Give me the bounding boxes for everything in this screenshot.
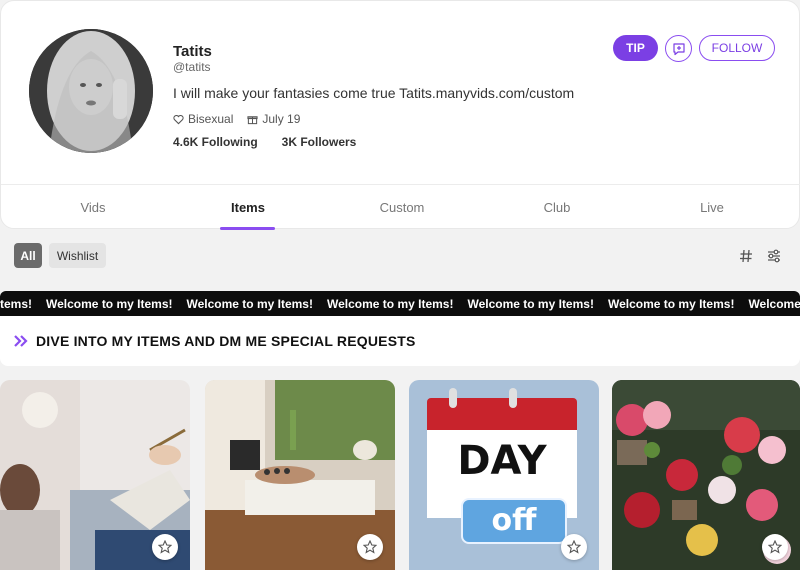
tab-items[interactable]: Items — [171, 185, 325, 229]
calendar-off-text: off — [461, 498, 567, 544]
wishlist-star-button[interactable] — [762, 534, 788, 560]
double-chevron-right-icon — [14, 335, 28, 347]
profile-meta: Bisexual July 19 — [173, 112, 300, 126]
tab-club[interactable]: Club — [479, 185, 635, 229]
avatar-image — [29, 29, 153, 153]
star-icon — [363, 540, 377, 554]
marquee-text: Welcome to my Items! — [46, 296, 173, 311]
marquee-text-partial: tems! — [0, 296, 33, 311]
followers-count[interactable]: 3K Followers — [282, 135, 357, 149]
tab-custom[interactable]: Custom — [325, 185, 479, 229]
tab-live[interactable]: Live — [635, 185, 789, 229]
profile-name: Tatits — [173, 43, 212, 60]
message-button[interactable] — [665, 35, 692, 62]
birthday-info: July 19 — [247, 112, 300, 126]
marquee-track: tems! Welcome to my Items! Welcome to my… — [0, 297, 800, 311]
section-title: DIVE INTO MY ITEMS AND DM ME SPECIAL REQ… — [36, 333, 416, 349]
marquee-text: Welcome to my Items! — [467, 296, 594, 311]
star-icon — [567, 540, 581, 554]
orientation-info: Bisexual — [173, 112, 233, 126]
orientation-label: Bisexual — [188, 112, 234, 126]
section-header: DIVE INTO MY ITEMS AND DM ME SPECIAL REQ… — [0, 316, 800, 366]
following-count[interactable]: 4.6K Following — [173, 135, 258, 149]
tip-button[interactable]: TIP — [613, 35, 658, 61]
avatar[interactable] — [29, 29, 153, 153]
marquee-text: Welcome to my Items! — [186, 296, 313, 311]
calendar-day-text: DAY — [457, 438, 547, 484]
profile-tabs: Vids Items Custom Club Live — [1, 184, 800, 230]
profile-bio: I will make your fantasies come true Tat… — [173, 85, 575, 101]
item-card[interactable] — [612, 380, 800, 570]
filter-all-button[interactable]: All — [14, 243, 42, 268]
message-plus-icon — [672, 42, 685, 55]
wishlist-star-button[interactable] — [357, 534, 383, 560]
birthday-label: July 19 — [262, 112, 301, 126]
hash-icon[interactable] — [738, 248, 754, 264]
filter-wishlist-button[interactable]: Wishlist — [49, 243, 106, 268]
item-card[interactable]: DAY off — [409, 380, 599, 570]
marquee-text: Welcome to my Items! — [607, 296, 735, 311]
calendar-ring — [509, 388, 517, 408]
marquee-text: Welcome to my Items! — [326, 296, 454, 311]
follow-button[interactable]: FOLLOW — [699, 35, 775, 61]
calendar-ring — [449, 388, 457, 408]
profile-card: Tatits @tatits I will make your fantasie… — [0, 0, 800, 230]
profile-handle: @tatits — [173, 60, 211, 74]
star-icon — [768, 540, 782, 554]
item-card[interactable] — [205, 380, 395, 570]
tab-vids[interactable]: Vids — [15, 185, 171, 229]
marquee-text: Welcome to my Items! — [748, 296, 800, 311]
heart-icon — [173, 114, 184, 124]
active-tab-indicator — [220, 227, 275, 230]
profile-stats: 4.6K Following 3K Followers — [173, 135, 356, 149]
sliders-icon[interactable] — [766, 248, 782, 264]
wishlist-star-button[interactable] — [152, 534, 178, 560]
item-card[interactable] — [0, 380, 190, 570]
star-icon — [158, 540, 172, 554]
gift-icon — [247, 115, 258, 124]
wishlist-star-button[interactable] — [561, 534, 587, 560]
welcome-marquee: tems! Welcome to my Items! Welcome to my… — [0, 291, 800, 316]
